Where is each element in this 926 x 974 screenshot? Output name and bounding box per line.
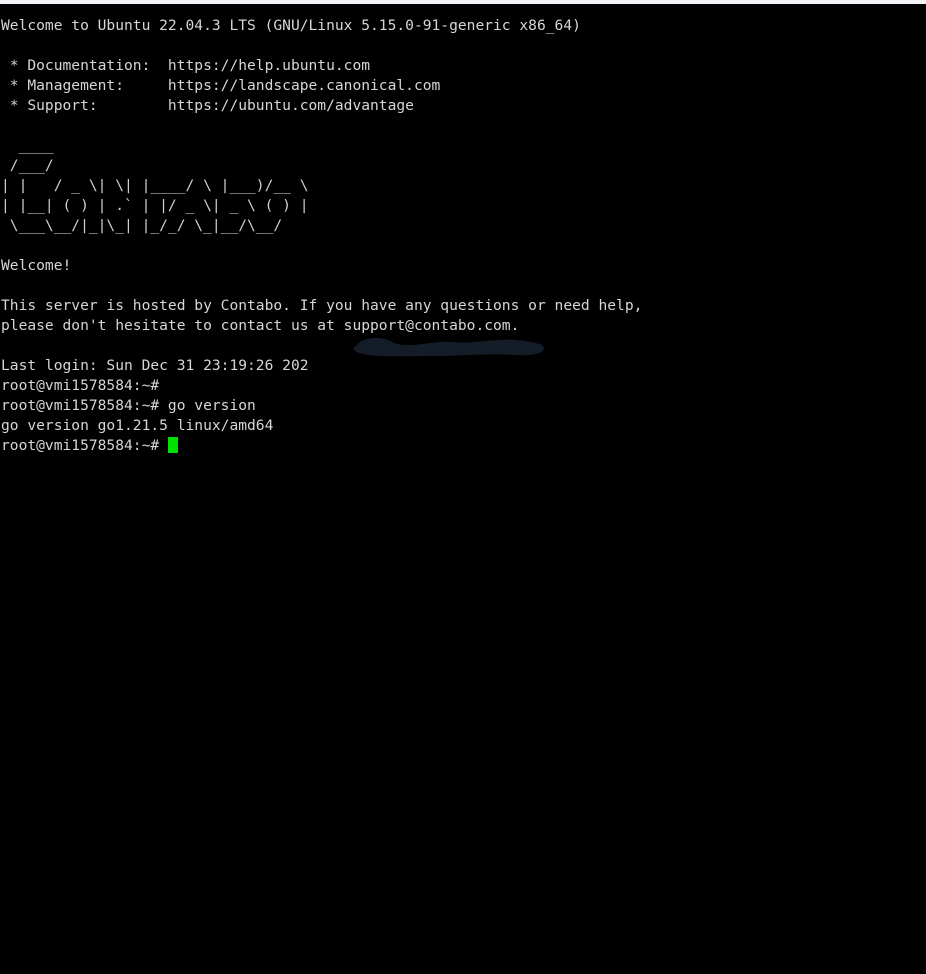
host-message-line: This server is hosted by Contabo. If you… <box>1 297 643 314</box>
command-output-line: go version go1.21.5 linux/amd64 <box>1 417 274 434</box>
contabo-ascii-banner-row: | | / _ \| \| |____/ \ |___)/__ \ <box>1 177 309 194</box>
motd-management-line: * Management: https://landscape.canonica… <box>1 77 441 94</box>
motd-header-line: Welcome to Ubuntu 22.04.3 LTS (GNU/Linux… <box>1 17 581 34</box>
motd-documentation-line: * Documentation: https://help.ubuntu.com <box>1 57 371 74</box>
contabo-ascii-banner-row: \___\__/|_|\_| |_/_/ \_|__/\__/ <box>1 217 283 234</box>
contabo-ascii-banner-row: ____ <box>1 137 54 154</box>
last-login-line: Last login: Sun Dec 31 23:19:26 202 <box>1 357 309 374</box>
shell-command-line: root@vmi1578584:~# go version <box>1 397 256 414</box>
welcome-greeting-line: Welcome! <box>1 257 72 274</box>
shell-prompt-line: root@vmi1578584:~# <box>1 377 160 394</box>
contabo-ascii-banner-row: /___/ <box>1 157 54 174</box>
shell-prompt-text: root@vmi1578584:~# <box>1 437 160 454</box>
host-message-line: please don't hesitate to contact us at s… <box>1 317 520 334</box>
active-prompt-line[interactable]: root@vmi1578584:~# <box>0 436 926 456</box>
motd-support-line: * Support: https://ubuntu.com/advantage <box>1 97 414 114</box>
contabo-ascii-banner-row: | |__| ( ) | .` | |/ _ \| _ \ ( ) | <box>1 197 309 214</box>
terminal-window[interactable]: Welcome to Ubuntu 22.04.3 LTS (GNU/Linux… <box>0 4 926 974</box>
text-cursor <box>167 437 178 453</box>
